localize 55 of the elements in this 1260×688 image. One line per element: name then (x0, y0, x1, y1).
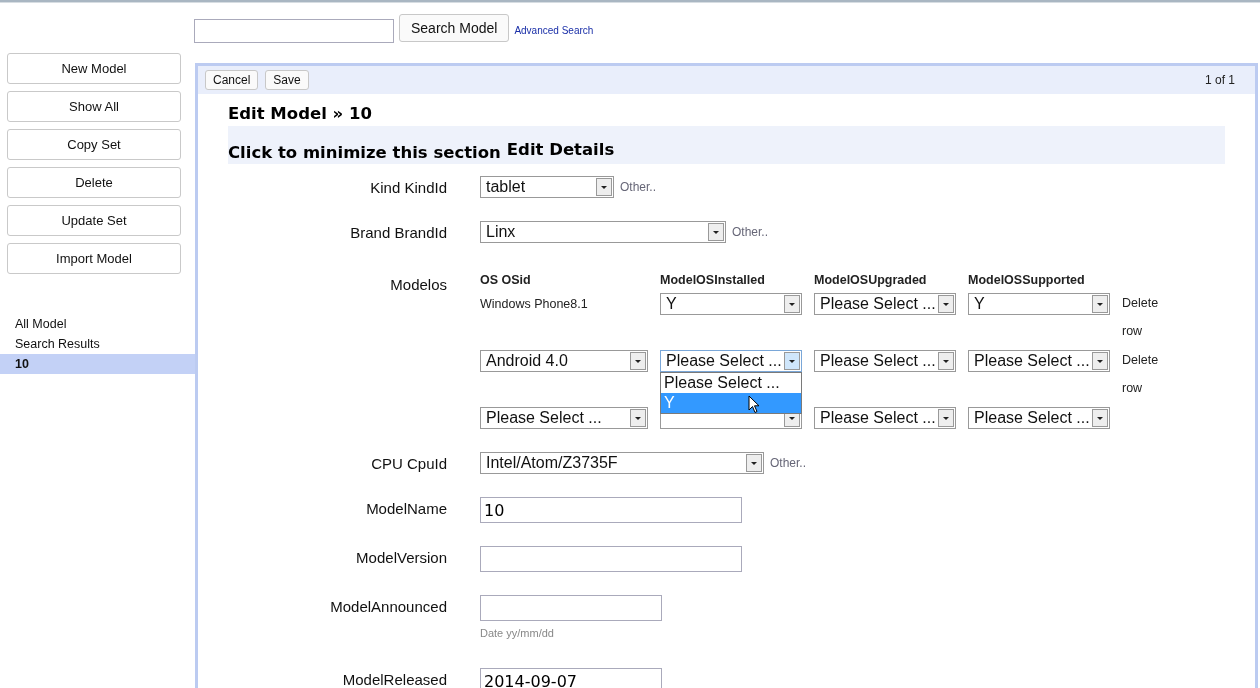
advanced-search-link[interactable]: Advanced Search (514, 24, 594, 36)
select-field[interactable]: Y (968, 293, 1110, 315)
sidebar-button[interactable]: Import Model (7, 243, 181, 274)
page-title: Edit Model » 10 (228, 104, 373, 123)
section-title: Edit Details (506, 140, 615, 159)
field-label: CPU CpuId (370, 454, 447, 472)
select-field[interactable]: Please Select ... (968, 350, 1110, 372)
select-field[interactable]: Intel/Atom/Z3735F (480, 452, 764, 474)
toolbar-button[interactable]: Cancel (205, 70, 259, 90)
select-field[interactable]: tablet (480, 176, 614, 198)
os-name: Windows Phone8.1 (480, 296, 589, 311)
field-label: ModelName (365, 499, 447, 517)
text-field[interactable]: 2014-09-07 (480, 668, 662, 688)
dropdown-option[interactable]: Please Select ... (661, 373, 801, 393)
sidebar-button[interactable]: Copy Set (7, 129, 181, 160)
field-label: Brand BrandId (349, 223, 447, 241)
select-field[interactable]: Please Select ... (480, 407, 648, 429)
pager-text: 1 of 1 (1204, 73, 1235, 87)
select-field[interactable]: Please Select ... (814, 293, 956, 315)
column-header: ModelOSSupported (968, 273, 1086, 289)
toolbar-button[interactable]: Save (265, 70, 309, 90)
delete-row-link[interactable]: Delete row (1122, 289, 1172, 345)
text-field[interactable]: 10 (480, 497, 742, 523)
text-field[interactable] (480, 595, 662, 621)
column-header: ModelOSUpgraded (814, 273, 928, 289)
column-header: OS OSid (480, 273, 532, 289)
sidebar-button[interactable]: Delete (7, 167, 181, 198)
sidebar-item[interactable]: 10 (0, 354, 195, 374)
search-button[interactable]: Search Model (399, 14, 510, 42)
select-field[interactable]: Please Select ... (814, 407, 956, 429)
other-link[interactable]: Other.. (770, 456, 807, 470)
field-label: ModelReleased (341, 670, 447, 688)
other-link[interactable]: Other.. (620, 180, 657, 194)
select-field[interactable]: Y (660, 293, 802, 315)
field-label: ModelVersion (355, 548, 447, 566)
field-label: ModelAnnounced (329, 597, 447, 615)
other-link[interactable]: Other.. (732, 225, 769, 239)
sidebar-item[interactable]: All Model (0, 314, 195, 334)
select-field[interactable]: Please Select ... (660, 350, 802, 372)
text-field[interactable] (480, 546, 742, 572)
minimize-link[interactable]: Click to minimize this section (228, 143, 501, 162)
search-field[interactable] (194, 19, 394, 43)
field-label: Kind KindId (369, 178, 447, 196)
select-field[interactable]: Linx (480, 221, 726, 243)
sidebar-item[interactable]: Search Results (0, 334, 195, 354)
select-field[interactable]: Please Select ... (968, 407, 1110, 429)
sidebar-button[interactable]: Show All (7, 91, 181, 122)
delete-row-link[interactable]: Delete row (1122, 346, 1172, 402)
select-field[interactable]: Please Select ... (814, 350, 956, 372)
hint-text: Date yy/mm/dd (480, 627, 554, 639)
sidebar-button[interactable]: New Model (7, 53, 181, 84)
column-header: ModelOSInstalled (660, 273, 766, 289)
sidebar-button[interactable]: Update Set (7, 205, 181, 236)
field-label: Modelos (389, 275, 447, 293)
select-field[interactable]: Android 4.0 (480, 350, 648, 372)
